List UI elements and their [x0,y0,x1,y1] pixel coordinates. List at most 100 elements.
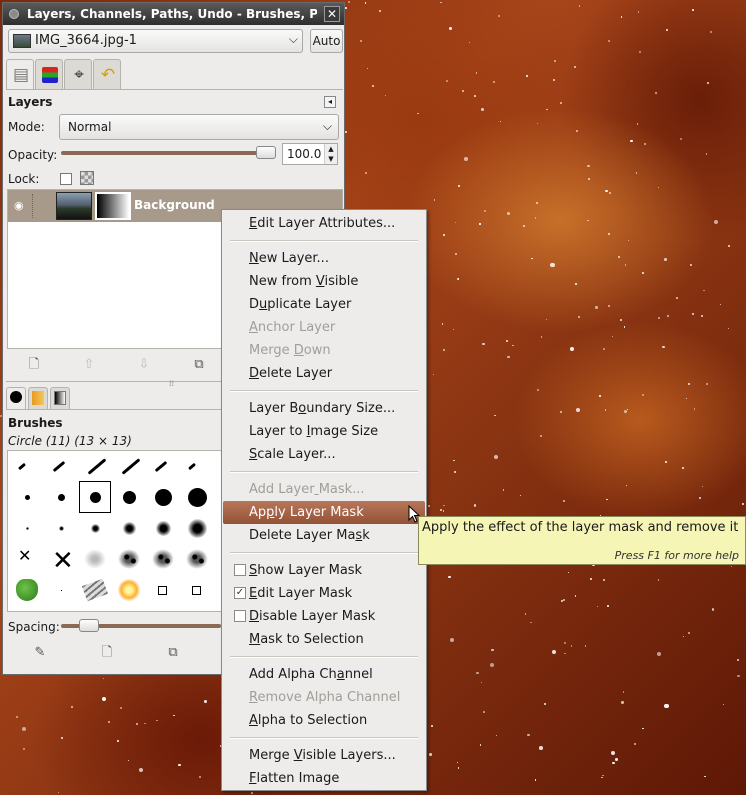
menu-item-alpha-to-selection[interactable]: Alpha to Selection [223,709,425,732]
opacity-slider-handle[interactable] [256,146,276,159]
menu-item-show-layer-mask[interactable]: Show Layer Mask [223,559,425,582]
mode-select[interactable]: Normal ⌵ [59,114,339,140]
brush-item[interactable] [10,451,44,485]
tab-paths[interactable]: ⌖ [64,59,92,89]
brush-preview [81,578,109,602]
menu-item-edit-layer-attributes[interactable]: Edit Layer Attributes... [223,212,425,235]
brush-item[interactable] [112,544,146,578]
panel-menu-icon[interactable]: ◂ [324,96,336,108]
tab-layers[interactable]: ▤ [6,59,34,90]
window-titlebar[interactable]: Layers, Channels, Paths, Undo - Brushes,… [3,3,344,25]
menu-item-label: New Layer... [249,251,329,266]
tab-channels[interactable] [35,59,63,89]
spacing-label: Spacing: [8,620,60,634]
brush-item[interactable] [180,575,214,609]
menu-item-merge-visible-layers[interactable]: Merge Visible Layers... [223,744,425,767]
chain-toggle[interactable] [32,194,34,218]
tab-patterns[interactable] [28,387,48,409]
brush-preview [58,525,64,531]
opacity-spinbox[interactable]: 100.0 ▲ ▼ [282,143,338,165]
spin-arrows-icon[interactable]: ▲ ▼ [324,144,337,164]
image-selector[interactable]: IMG_3664.jpg-1 ⌵ [8,29,303,53]
menu-item-duplicate-layer[interactable]: Duplicate Layer [223,293,425,316]
layer-name[interactable]: Background [134,198,215,212]
brush-item[interactable]: ✕ [10,544,44,578]
menu-item-new-layer[interactable]: New Layer... [223,247,425,270]
lower-layer-icon[interactable]: ⇩ [135,356,153,374]
auto-button[interactable]: Auto [310,29,343,53]
raise-layer-icon[interactable]: ⇧ [80,356,98,374]
menu-item-add-alpha-channel[interactable]: Add Alpha Channel [223,663,425,686]
menu-item-label: New from Visible [249,274,359,289]
layer-mask-thumbnail[interactable] [95,192,131,220]
menu-item-apply-layer-mask[interactable]: Apply Layer Mask [223,501,425,524]
brush-item[interactable] [112,513,146,547]
brush-item[interactable] [44,451,78,485]
menu-item-layer-to-image-size[interactable]: Layer to Image Size [223,420,425,443]
brush-item[interactable] [146,482,180,516]
brush-item[interactable] [112,482,146,516]
eye-icon[interactable]: ◉ [14,199,24,212]
brush-item[interactable] [146,513,180,547]
brush-item[interactable] [10,575,44,609]
menu-item-layer-boundary-size[interactable]: Layer Boundary Size... [223,397,425,420]
menu-item-scale-layer[interactable]: Scale Layer... [223,443,425,466]
new-layer-icon[interactable]: 🗋 [25,356,43,374]
close-button[interactable]: ✕ [324,6,340,22]
menu-item-add-layer-mask[interactable]: Add Layer Mask... [223,478,425,501]
brush-item[interactable] [10,482,44,516]
brush-item[interactable] [146,544,180,578]
edit-brush-icon[interactable]: ✎ [31,644,49,662]
window-menu-icon[interactable] [9,9,19,19]
brush-item[interactable] [180,513,214,547]
brush-item[interactable] [112,575,146,609]
menu-item-remove-alpha-channel[interactable]: Remove Alpha Channel [223,686,425,709]
menu-item-anchor-layer[interactable]: Anchor Layer [223,316,425,339]
new-brush-icon[interactable]: 🗋 [98,644,116,662]
brush-item[interactable] [180,482,214,516]
menu-item-edit-layer-mask[interactable]: ✓ Edit Layer Mask [223,582,425,605]
brush-item[interactable] [44,482,78,516]
menu-item-new-from-visible[interactable]: New from Visible [223,270,425,293]
tab-brushes[interactable] [6,387,26,409]
brushes-title: Brushes [8,416,63,430]
brush-item[interactable] [78,544,112,578]
brush-item[interactable] [146,575,180,609]
brush-item[interactable] [78,451,112,485]
menu-item-mask-to-selection[interactable]: Mask to Selection [223,628,425,651]
checkbox-icon[interactable] [234,610,246,622]
layer-thumbnail[interactable] [56,192,92,220]
opacity-slider[interactable] [61,151,273,155]
lock-alpha-icon[interactable] [80,171,94,185]
brush-item[interactable] [78,575,112,609]
menu-item-disable-layer-mask[interactable]: Disable Layer Mask [223,605,425,628]
brush-item[interactable] [44,513,78,547]
grip-icon[interactable]: ⁞⁞ [169,379,174,388]
menu-item-delete-layer[interactable]: Delete Layer [223,362,425,385]
checkbox-icon[interactable] [234,564,246,576]
brush-item[interactable] [180,451,214,485]
spacing-slider-handle[interactable] [79,619,99,632]
brush-item[interactable] [78,513,112,547]
brush-item[interactable] [78,482,112,516]
brush-item[interactable] [180,544,214,578]
duplicate-layer-icon[interactable]: ⧉ [190,356,208,374]
brush-preview [154,460,168,473]
brush-item[interactable] [44,575,78,609]
tooltip-text: Apply the effect of the layer mask and r… [422,520,739,535]
duplicate-brush-icon[interactable]: ⧉ [164,644,182,662]
brush-item[interactable] [112,451,146,485]
brush-icon [10,391,22,403]
chevron-down-icon: ⌵ [288,32,298,46]
brush-item[interactable]: ✕ [44,544,78,578]
brush-item[interactable] [146,451,180,485]
lock-pixels-checkbox[interactable] [60,173,72,185]
layers-title: Layers [8,95,53,109]
menu-item-flatten-image[interactable]: Flatten Image [223,767,425,790]
menu-item-merge-down[interactable]: Merge Down [223,339,425,362]
tab-undo[interactable]: ↶ [93,59,121,89]
menu-item-delete-layer-mask[interactable]: Delete Layer Mask [223,524,425,547]
checkbox-checked-icon[interactable]: ✓ [234,587,246,599]
brush-item[interactable] [10,513,44,547]
tab-gradients[interactable] [50,387,70,409]
